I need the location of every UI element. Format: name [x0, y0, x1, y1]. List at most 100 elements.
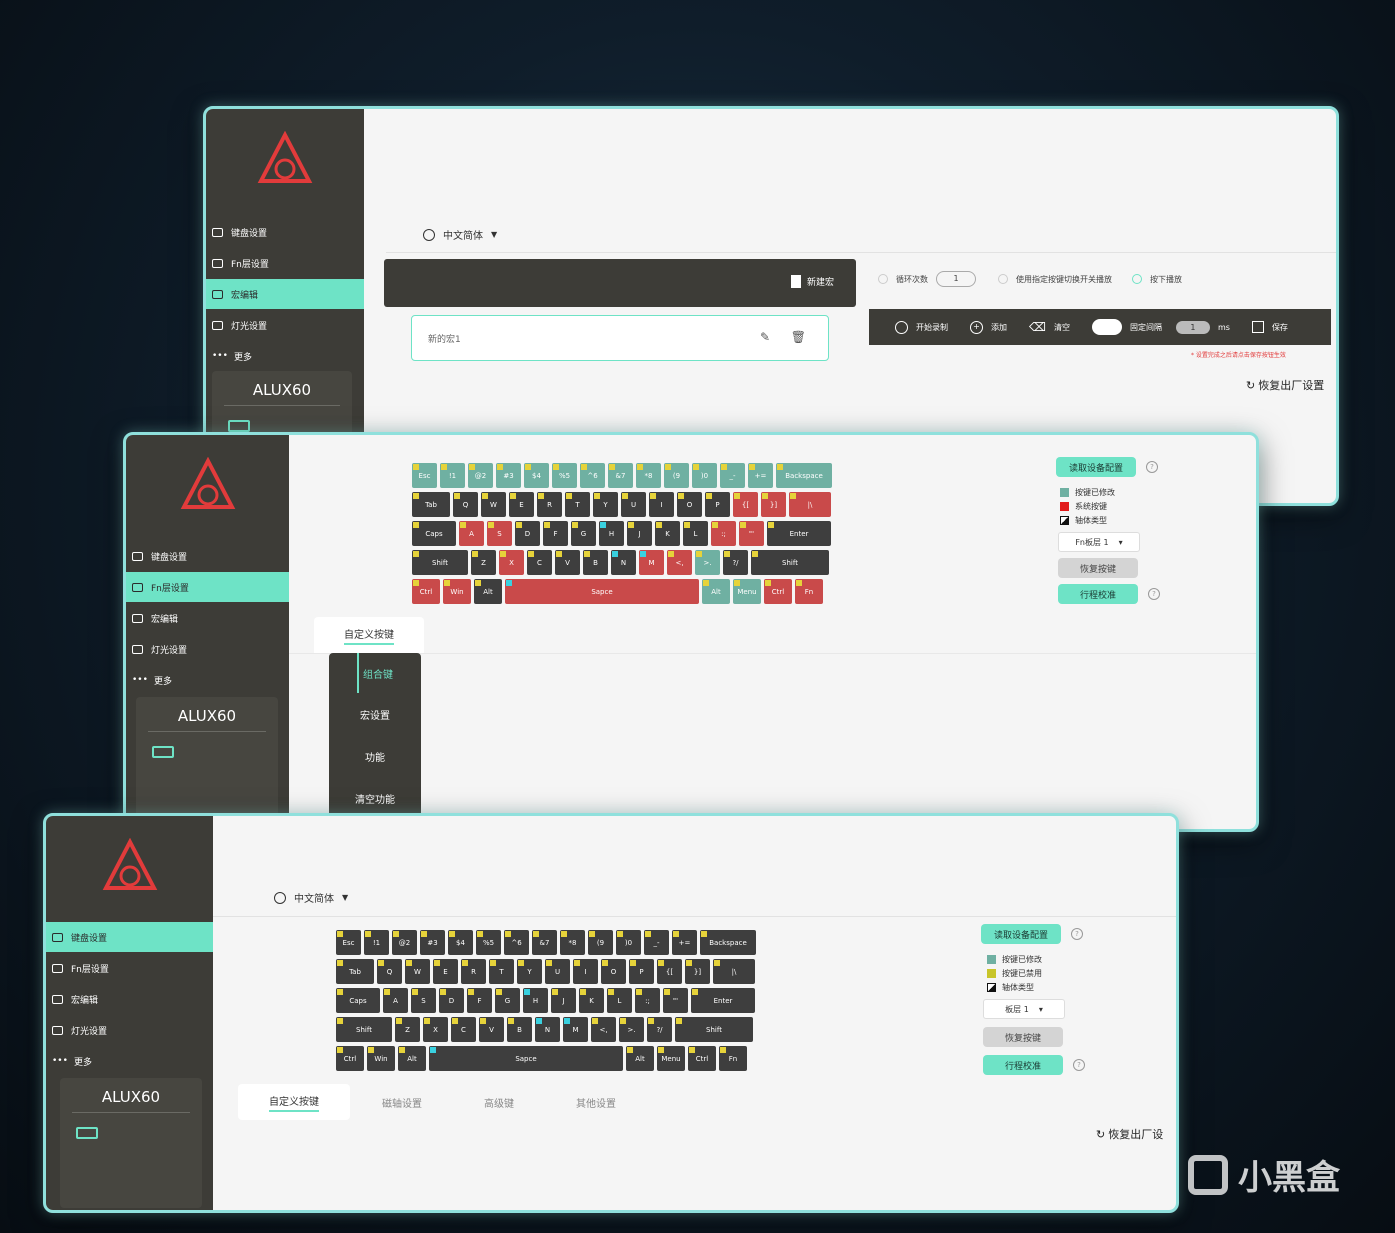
sidebar-item-macro[interactable]: 宏编辑: [206, 279, 364, 309]
key[interactable]: H: [523, 988, 548, 1013]
key[interactable]: (9: [588, 930, 613, 955]
key[interactable]: Q: [377, 959, 402, 984]
key[interactable]: >.: [695, 550, 720, 575]
save-label[interactable]: 保存: [1272, 322, 1288, 333]
key[interactable]: Fn: [795, 579, 823, 604]
key[interactable]: Sapce: [505, 579, 699, 604]
key[interactable]: |\: [713, 959, 755, 984]
clear-icon[interactable]: ⌫: [1029, 320, 1046, 334]
key[interactable]: #3: [420, 930, 445, 955]
key[interactable]: _-: [644, 930, 669, 955]
help-icon[interactable]: ?: [1073, 1059, 1085, 1071]
key[interactable]: "': [739, 521, 764, 546]
key[interactable]: C: [451, 1017, 476, 1042]
sidebar-item-keyboard[interactable]: 键盘设置: [46, 922, 213, 952]
key[interactable]: I: [649, 492, 674, 517]
key[interactable]: Alt: [398, 1046, 426, 1071]
sidebar-item-light[interactable]: 灯光设置: [46, 1015, 213, 1045]
key[interactable]: G: [495, 988, 520, 1013]
key[interactable]: Y: [593, 492, 618, 517]
key[interactable]: Menu: [657, 1046, 685, 1071]
sidebar-item-macro[interactable]: 宏编辑: [126, 603, 289, 633]
key[interactable]: S: [487, 521, 512, 546]
key[interactable]: (9: [664, 463, 689, 488]
sidebar-item-more[interactable]: ••• 更多: [126, 665, 289, 695]
key[interactable]: O: [677, 492, 702, 517]
key[interactable]: Esc: [412, 463, 437, 488]
device-card[interactable]: ALUX60: [136, 697, 278, 817]
key[interactable]: K: [655, 521, 680, 546]
restore-factory[interactable]: ↻ 恢复出厂设: [1096, 1126, 1163, 1142]
key[interactable]: N: [535, 1017, 560, 1042]
loop-stepper[interactable]: 1: [936, 271, 976, 287]
tab-advanced-keys[interactable]: 高级键: [454, 1095, 544, 1110]
restore-keys-button[interactable]: 恢复按键: [1058, 558, 1138, 578]
key[interactable]: L: [607, 988, 632, 1013]
key[interactable]: W: [405, 959, 430, 984]
key[interactable]: Ctrl: [688, 1046, 716, 1071]
key[interactable]: N: [611, 550, 636, 575]
record-label[interactable]: 开始录制: [916, 322, 948, 333]
key[interactable]: Tab: [336, 959, 374, 984]
key[interactable]: X: [423, 1017, 448, 1042]
tab-magnetic-axis[interactable]: 磁轴设置: [350, 1095, 454, 1110]
sidebar-item-fn[interactable]: Fn层设置: [126, 572, 289, 602]
press-radio[interactable]: [1132, 274, 1142, 284]
key[interactable]: ?/: [647, 1017, 672, 1042]
key[interactable]: Z: [471, 550, 496, 575]
language-select[interactable]: 中文简体 ▼: [274, 890, 348, 905]
sidebar-item-fn[interactable]: Fn层设置: [46, 953, 213, 983]
key[interactable]: ^6: [580, 463, 605, 488]
loop-radio[interactable]: [878, 274, 888, 284]
restore-factory[interactable]: ↻ 恢复出厂设置: [1246, 377, 1324, 393]
help-icon[interactable]: ?: [1071, 928, 1083, 940]
key[interactable]: )0: [692, 463, 717, 488]
sidebar-item-light[interactable]: 灯光设置: [206, 310, 364, 340]
key[interactable]: *8: [636, 463, 661, 488]
key[interactable]: *8: [560, 930, 585, 955]
key[interactable]: O: [601, 959, 626, 984]
play-icon[interactable]: [895, 320, 908, 334]
key[interactable]: Win: [367, 1046, 395, 1071]
key[interactable]: E: [509, 492, 534, 517]
key[interactable]: Menu: [733, 579, 761, 604]
key[interactable]: @2: [468, 463, 493, 488]
key[interactable]: Ctrl: [412, 579, 440, 604]
key[interactable]: @2: [392, 930, 417, 955]
key[interactable]: B: [583, 550, 608, 575]
key[interactable]: K: [579, 988, 604, 1013]
key[interactable]: Ctrl: [336, 1046, 364, 1071]
help-icon[interactable]: ?: [1146, 461, 1158, 473]
key[interactable]: Q: [453, 492, 478, 517]
key[interactable]: Caps: [412, 521, 456, 546]
key[interactable]: A: [459, 521, 484, 546]
key[interactable]: Shift: [336, 1017, 392, 1042]
sidebar-item-more[interactable]: ••• 更多: [206, 341, 364, 371]
key[interactable]: Shift: [751, 550, 829, 575]
key[interactable]: {[: [733, 492, 758, 517]
key[interactable]: +=: [748, 463, 773, 488]
key[interactable]: +=: [672, 930, 697, 955]
key[interactable]: <,: [591, 1017, 616, 1042]
key[interactable]: M: [639, 550, 664, 575]
restore-keys-button[interactable]: 恢复按键: [983, 1027, 1063, 1047]
new-macro-button[interactable]: 新建宏: [790, 275, 834, 288]
key[interactable]: "': [663, 988, 688, 1013]
key[interactable]: <,: [667, 550, 692, 575]
key[interactable]: A: [383, 988, 408, 1013]
menu-macro-set[interactable]: 宏设置: [329, 693, 421, 735]
travel-calibration-button[interactable]: 行程校准: [983, 1055, 1063, 1075]
key[interactable]: C: [527, 550, 552, 575]
key[interactable]: Alt: [474, 579, 502, 604]
tab-custom-keys[interactable]: 自定义按键: [314, 617, 424, 653]
key[interactable]: _-: [720, 463, 745, 488]
key[interactable]: }]: [685, 959, 710, 984]
key[interactable]: |\: [789, 492, 831, 517]
key[interactable]: I: [573, 959, 598, 984]
key[interactable]: F: [543, 521, 568, 546]
device-card[interactable]: ALUX60: [60, 1078, 202, 1208]
key[interactable]: ^6: [504, 930, 529, 955]
key[interactable]: J: [551, 988, 576, 1013]
key[interactable]: U: [545, 959, 570, 984]
key[interactable]: S: [411, 988, 436, 1013]
